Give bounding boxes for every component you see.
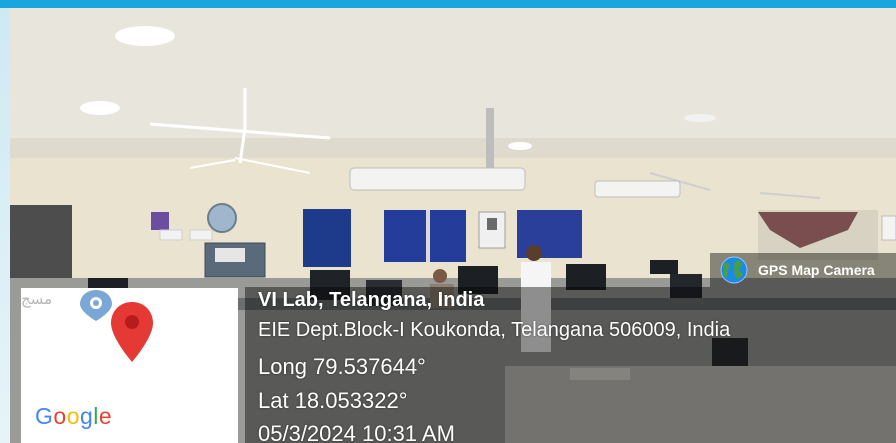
google-logo-letter: o <box>66 403 80 429</box>
poster <box>384 210 466 262</box>
globe-icon <box>720 256 748 284</box>
longitude-value: Long 79.537644° <box>258 354 426 379</box>
monitor <box>650 260 678 274</box>
location-address: EIE Dept.Block-I Koukonda, Telangana 506… <box>258 319 731 341</box>
air-conditioner <box>594 180 681 198</box>
timestamp: 05/3/2024 10:31 AM <box>258 421 455 443</box>
switchboard <box>159 229 183 241</box>
air-conditioner <box>349 167 526 191</box>
google-logo-letter: o <box>53 403 67 429</box>
google-logo: Google <box>35 403 112 430</box>
latitude-value: Lat 18.053322° <box>258 388 408 413</box>
top-accent-bar <box>0 0 896 8</box>
poster <box>303 209 351 267</box>
person-head <box>526 245 542 261</box>
ceiling-light <box>684 114 716 122</box>
ceiling-light <box>115 26 175 46</box>
air-conditioner <box>881 215 896 241</box>
geotag-caption: VI Lab, Telangana, India EIE Dept.Block-… <box>245 287 896 443</box>
left-accent-bar <box>0 8 10 443</box>
screenshot-frame: مسج Google GPS Map Camera VI Lab, Telang… <box>0 0 896 443</box>
gps-camera-badge: GPS Map Camera <box>710 253 896 287</box>
map-location-pin-icon <box>111 302 153 362</box>
map-place-label: مسج <box>21 290 53 308</box>
google-logo-letter: e <box>98 403 113 429</box>
google-logo-letter: G <box>35 403 54 429</box>
person-head <box>433 269 447 283</box>
poster-divider <box>426 210 430 262</box>
map-thumbnail: مسج Google <box>21 288 238 443</box>
google-logo-letter: g <box>79 403 94 429</box>
wall-clock <box>207 203 237 233</box>
switchboard <box>189 229 213 241</box>
notice-paper <box>215 248 245 262</box>
ceiling-light <box>508 142 532 150</box>
gps-camera-label: GPS Map Camera <box>758 262 875 278</box>
poster <box>151 212 169 230</box>
portrait <box>487 218 497 230</box>
projector-mount <box>486 108 494 173</box>
ceiling-beam <box>10 138 896 160</box>
ceiling-light <box>80 101 120 115</box>
location-title: VI Lab, Telangana, India <box>258 289 485 311</box>
